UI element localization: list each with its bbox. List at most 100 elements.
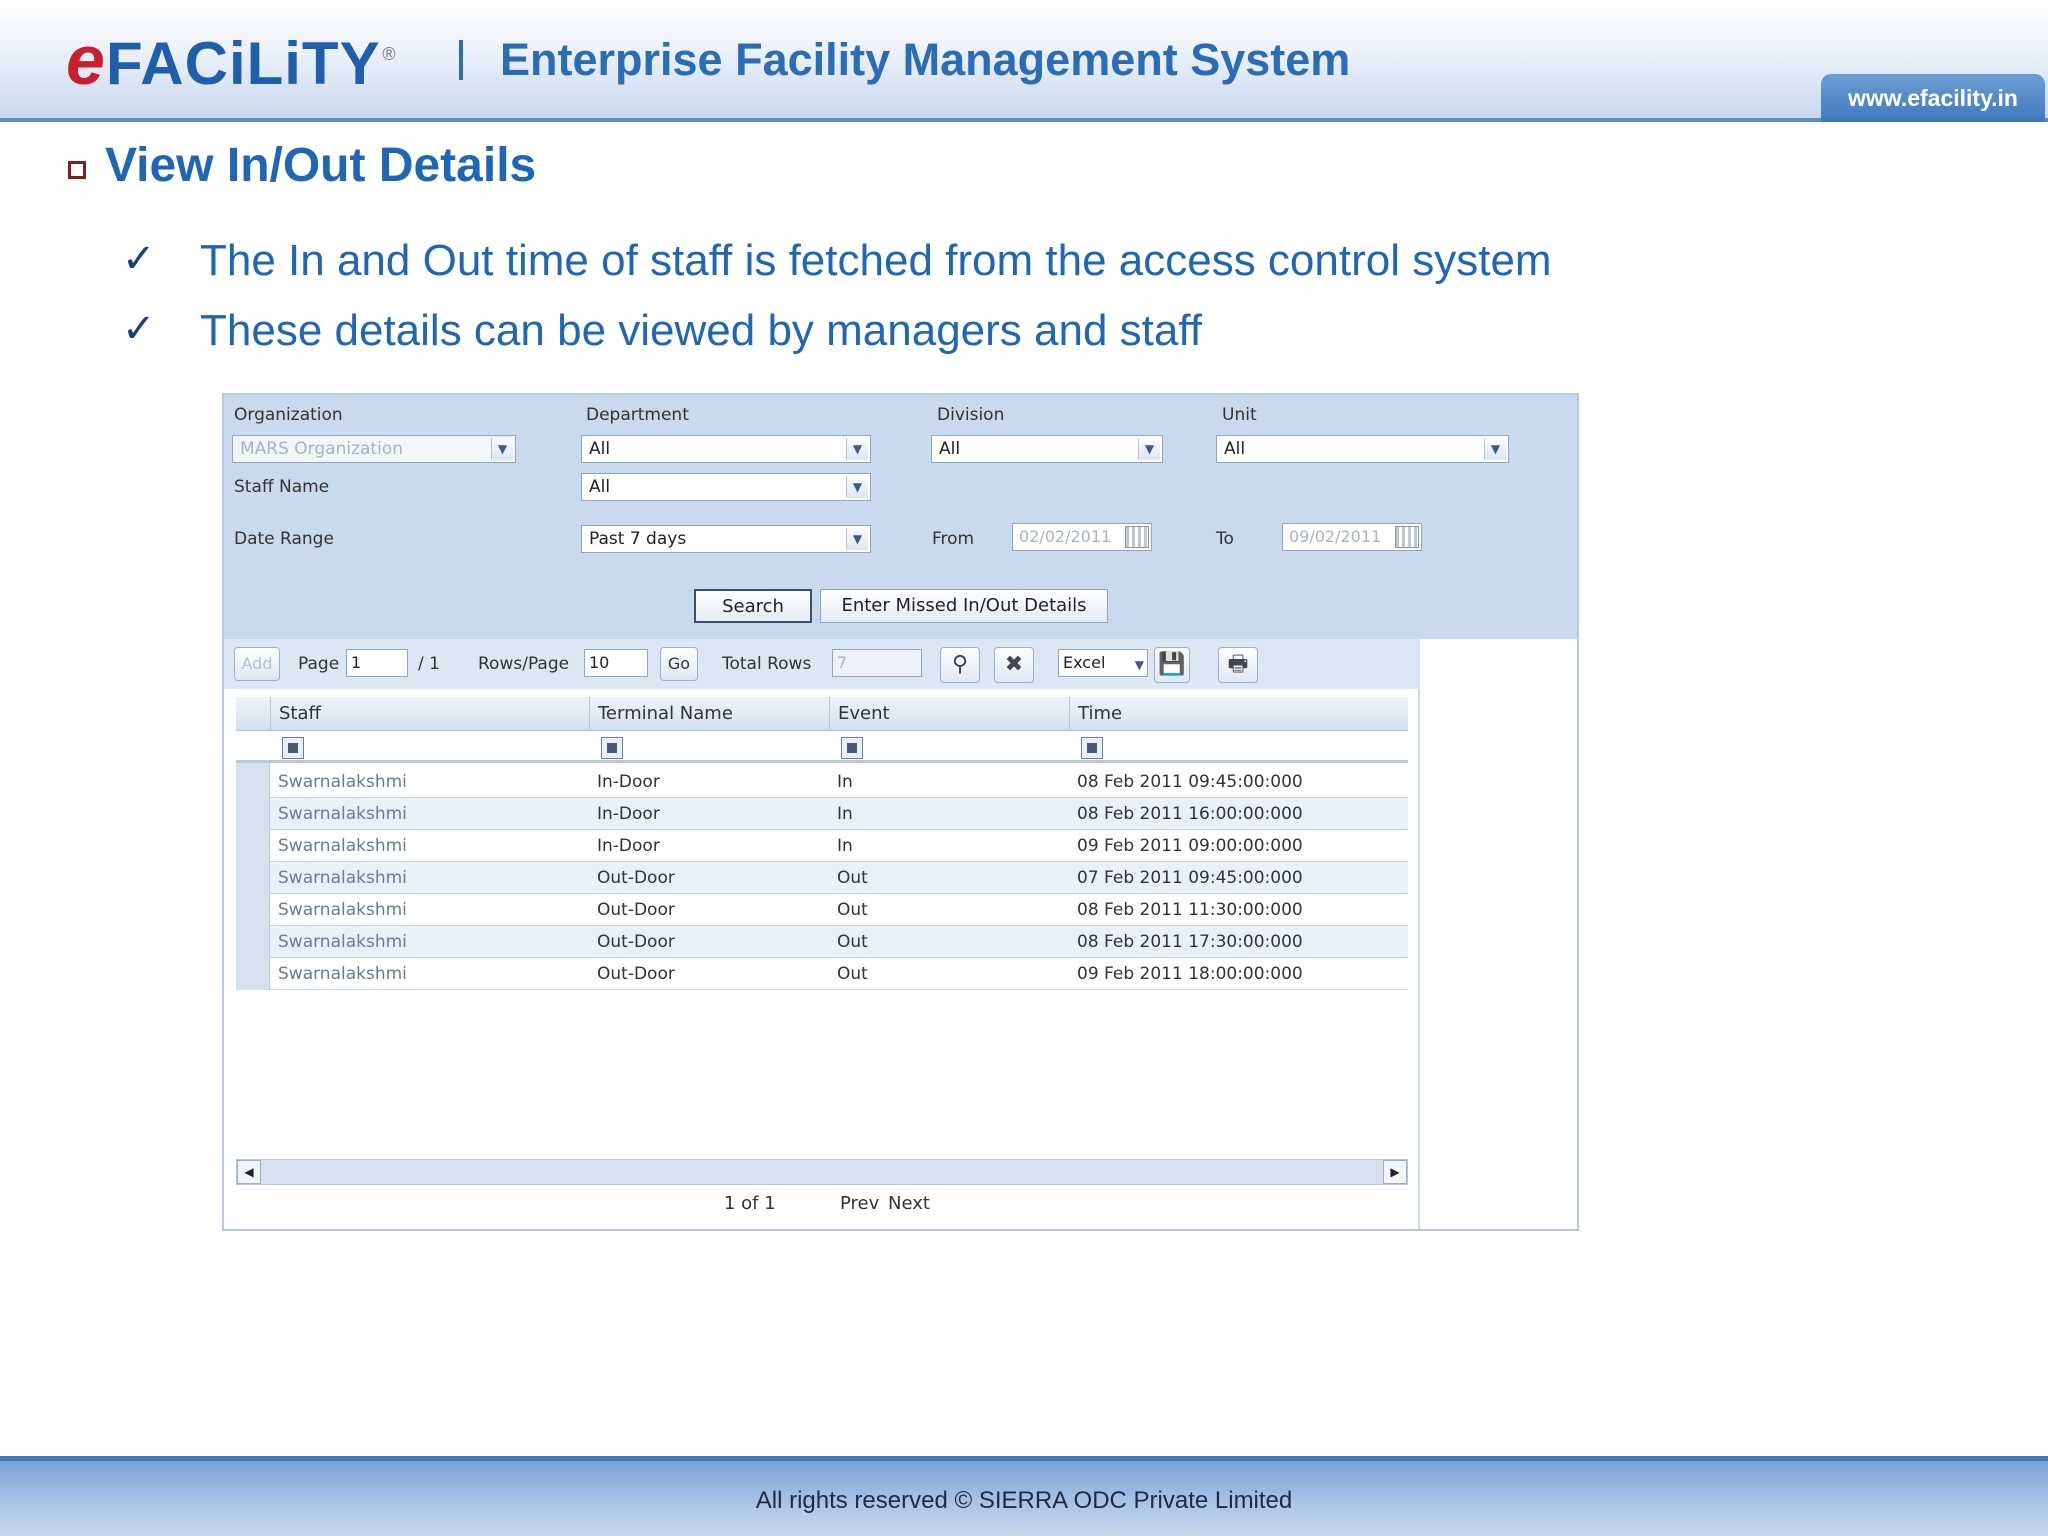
terminal-filter-icon[interactable] xyxy=(601,737,623,759)
row-selector[interactable] xyxy=(236,894,270,926)
event-filter-icon[interactable] xyxy=(841,737,863,759)
inout-details-screen: Organization MARS Organization ▼ Departm… xyxy=(222,393,1579,1231)
row-selector[interactable] xyxy=(236,830,270,862)
slide-header: eFACiLiTY ® Enterprise Facility Manageme… xyxy=(0,0,2048,122)
horizontal-scrollbar[interactable]: ◀ ▶ xyxy=(236,1159,1408,1185)
cell-event: In xyxy=(837,772,853,792)
chevron-down-icon[interactable]: ▼ xyxy=(1135,652,1144,678)
column-header-terminal-name[interactable]: Terminal Name xyxy=(589,697,829,731)
calendar-icon[interactable] xyxy=(1395,526,1419,548)
cell-event: Out xyxy=(837,964,868,984)
to-label: To xyxy=(1216,529,1234,549)
efacility-logo: eFACiLiTY ® xyxy=(66,20,396,100)
cell-event: In xyxy=(837,836,853,856)
cell-time: 08 Feb 2011 17:30:00:000 xyxy=(1077,932,1303,952)
scroll-left-icon[interactable]: ◀ xyxy=(237,1160,261,1184)
logo-e: e xyxy=(66,21,106,99)
cell-time: 08 Feb 2011 11:30:00:000 xyxy=(1077,900,1303,920)
table-row[interactable]: Swarnalakshmi In-Door In 08 Feb 2011 16:… xyxy=(236,798,1408,830)
column-header-time[interactable]: Time xyxy=(1069,697,1408,731)
table-row[interactable]: Swarnalakshmi Out-Door Out 08 Feb 2011 1… xyxy=(236,894,1408,926)
staff-name-label: Staff Name xyxy=(234,477,330,497)
unit-select[interactable]: All ▼ xyxy=(1216,435,1509,463)
row-selector[interactable] xyxy=(236,766,270,798)
chevron-down-icon[interactable]: ▼ xyxy=(1138,438,1160,460)
save-icon[interactable]: 💾 xyxy=(1154,647,1190,683)
table-header: Staff Terminal Name Event Time xyxy=(236,697,1408,731)
add-button[interactable]: Add xyxy=(234,647,280,681)
apply-filter-icon[interactable]: ⚲ xyxy=(940,647,980,683)
time-filter-icon[interactable] xyxy=(1081,737,1103,759)
row-selector[interactable] xyxy=(236,862,270,894)
column-header-event[interactable]: Event xyxy=(829,697,1069,731)
cell-terminal: Out-Door xyxy=(597,900,675,920)
cell-terminal: In-Door xyxy=(597,836,660,856)
chevron-down-icon: ▼ xyxy=(491,438,513,460)
from-date-value: 02/02/2011 xyxy=(1019,527,1112,546)
to-date-field[interactable]: 09/02/2011 xyxy=(1282,523,1422,551)
cell-staff: Swarnalakshmi xyxy=(278,964,407,984)
website-badge: www.efacility.in xyxy=(1821,74,2045,122)
bullet-point-2: These details can be viewed by managers … xyxy=(200,306,1203,355)
cell-terminal: Out-Door xyxy=(597,932,675,952)
organization-select: MARS Organization ▼ xyxy=(232,435,516,463)
table-row[interactable]: Swarnalakshmi Out-Door Out 08 Feb 2011 1… xyxy=(236,926,1408,958)
date-range-select[interactable]: Past 7 days ▼ xyxy=(581,525,871,553)
go-button[interactable]: Go xyxy=(660,647,698,681)
unit-label: Unit xyxy=(1222,405,1257,425)
chevron-down-icon[interactable]: ▼ xyxy=(846,528,868,550)
title-bullet-icon xyxy=(68,161,86,179)
chevron-down-icon[interactable]: ▼ xyxy=(846,476,868,498)
copyright-text: All rights reserved © SIERRA ODC Private… xyxy=(755,1487,1293,1514)
staff-name-select[interactable]: All ▼ xyxy=(581,473,871,501)
from-date-field[interactable]: 02/02/2011 xyxy=(1012,523,1152,551)
to-date-value: 09/02/2011 xyxy=(1289,527,1382,546)
export-format-select[interactable]: Excel ▼ xyxy=(1058,649,1148,677)
scroll-right-icon[interactable]: ▶ xyxy=(1383,1160,1407,1184)
table-row[interactable]: Swarnalakshmi In-Door In 08 Feb 2011 09:… xyxy=(236,766,1408,798)
logo-text: FACiLiTY xyxy=(105,30,381,97)
grid-toolbar: Add Page 1 / 1 Rows/Page 10 Go Total Row… xyxy=(224,639,1420,689)
page-label: Page xyxy=(298,654,340,674)
cell-event: In xyxy=(837,804,853,824)
row-selector[interactable] xyxy=(236,798,270,830)
page-total: / 1 xyxy=(418,654,440,674)
calendar-icon[interactable] xyxy=(1125,526,1149,548)
checkmark-icon: ✓ xyxy=(122,306,156,352)
cell-staff: Swarnalakshmi xyxy=(278,804,407,824)
chevron-down-icon[interactable]: ▼ xyxy=(1484,438,1506,460)
staff-filter-icon[interactable] xyxy=(282,737,304,759)
header-title: Enterprise Facility Management System xyxy=(500,34,1351,85)
cell-staff: Swarnalakshmi xyxy=(278,868,407,888)
prev-link[interactable]: Prev xyxy=(840,1193,879,1214)
checkmark-icon: ✓ xyxy=(122,236,156,282)
department-select[interactable]: All ▼ xyxy=(581,435,871,463)
search-button[interactable]: Search xyxy=(694,589,812,623)
row-selector[interactable] xyxy=(236,926,270,958)
header-separator xyxy=(459,40,463,80)
department-value: All xyxy=(589,439,611,459)
rows-per-page-input[interactable]: 10 xyxy=(584,649,648,677)
next-link[interactable]: Next xyxy=(888,1193,930,1214)
organization-value: MARS Organization xyxy=(240,439,403,459)
table-row[interactable]: Swarnalakshmi Out-Door Out 09 Feb 2011 1… xyxy=(236,958,1408,990)
table-row[interactable]: Swarnalakshmi Out-Door Out 07 Feb 2011 0… xyxy=(236,862,1408,894)
page-input[interactable]: 1 xyxy=(346,649,408,677)
table-row[interactable]: Swarnalakshmi In-Door In 09 Feb 2011 09:… xyxy=(236,830,1408,862)
division-select[interactable]: All ▼ xyxy=(931,435,1163,463)
clear-filter-icon[interactable]: ✖ xyxy=(994,647,1034,683)
from-label: From xyxy=(932,529,975,549)
division-label: Division xyxy=(937,405,1005,425)
organization-label: Organization xyxy=(234,405,343,425)
chevron-down-icon[interactable]: ▼ xyxy=(846,438,868,460)
staff-name-value: All xyxy=(589,477,611,497)
row-selector[interactable] xyxy=(236,958,270,990)
cell-terminal: In-Door xyxy=(597,772,660,792)
cell-staff: Swarnalakshmi xyxy=(278,900,407,920)
cell-time: 07 Feb 2011 09:45:00:000 xyxy=(1077,868,1303,888)
bullet-point-1: The In and Out time of staff is fetched … xyxy=(200,236,1552,285)
print-icon[interactable]: 🖶 xyxy=(1218,647,1258,683)
column-header-staff[interactable]: Staff xyxy=(270,697,589,731)
enter-missed-details-button[interactable]: Enter Missed In/Out Details xyxy=(820,589,1108,623)
cell-event: Out xyxy=(837,868,868,888)
